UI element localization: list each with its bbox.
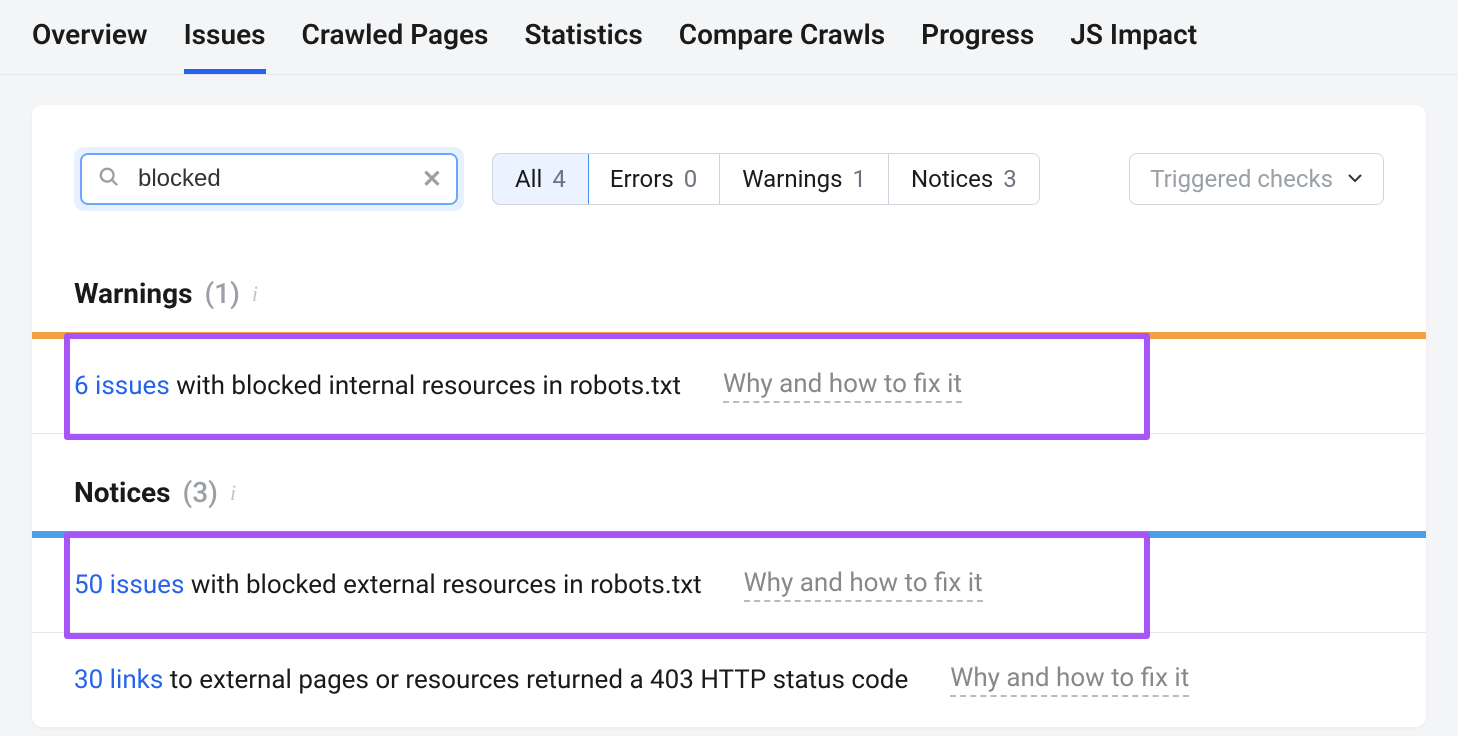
filter-notices[interactable]: Notices 3 [889,154,1039,204]
filter-errors[interactable]: Errors 0 [588,154,720,204]
warnings-title: Warnings [74,277,192,310]
issue-desc: to external pages or resources returned … [163,665,908,695]
filter-warnings-label: Warnings [742,165,842,193]
search-wrapper: ✕ [74,147,464,211]
clear-search-icon[interactable]: ✕ [422,165,442,193]
info-icon[interactable]: i [230,480,236,506]
issue-row-notice-2[interactable]: 30 links to external pages or resources … [32,633,1426,727]
filter-warnings[interactable]: Warnings 1 [720,154,889,204]
tab-progress[interactable]: Progress [921,18,1034,74]
notices-stripe [32,531,1426,538]
notices-title: Notices [74,476,171,509]
issue-desc: with blocked external resources in robot… [184,570,701,600]
fix-link[interactable]: Why and how to fix it [744,568,983,602]
triggered-checks-dropdown[interactable]: Triggered checks [1129,153,1384,205]
warnings-stripe [32,332,1426,339]
issue-row-notice-1[interactable]: 50 issues with blocked external resource… [32,538,1426,633]
tab-compare-crawls[interactable]: Compare Crawls [679,18,885,74]
warnings-header: Warnings (1) i [32,235,1426,332]
warnings-count: (1) [204,277,239,310]
tab-nav: Overview Issues Crawled Pages Statistics… [0,0,1458,75]
filter-all-label: All [515,165,542,193]
filter-errors-count: 0 [684,165,698,193]
fix-link[interactable]: Why and how to fix it [950,663,1189,697]
search-icon [98,166,120,192]
issue-count-link[interactable]: 50 issues [74,570,184,600]
tab-js-impact[interactable]: JS Impact [1070,18,1197,74]
issue-text: 50 issues with blocked external resource… [74,570,702,600]
notices-header: Notices (3) i [32,434,1426,531]
tab-issues[interactable]: Issues [184,18,266,74]
issues-card: ✕ All 4 Errors 0 Warnings 1 Notices 3 Tr… [32,105,1426,727]
filter-all[interactable]: All 4 [492,153,589,205]
toolbar: ✕ All 4 Errors 0 Warnings 1 Notices 3 Tr… [32,105,1426,235]
filter-all-count: 4 [552,165,566,193]
issue-text: 6 issues with blocked internal resources… [74,371,681,401]
chevron-down-icon [1347,171,1363,187]
filter-errors-label: Errors [610,165,674,193]
fix-link[interactable]: Why and how to fix it [723,369,962,403]
issue-count-link[interactable]: 6 issues [74,371,170,401]
filter-notices-count: 3 [1003,165,1017,193]
filter-notices-label: Notices [911,165,993,193]
tab-crawled-pages[interactable]: Crawled Pages [302,18,489,74]
search-input[interactable] [80,153,458,205]
filter-warnings-count: 1 [853,165,867,193]
issue-text: 30 links to external pages or resources … [74,665,908,695]
info-icon[interactable]: i [252,281,258,307]
tab-overview[interactable]: Overview [32,18,148,74]
issue-desc: with blocked internal resources in robot… [170,371,681,401]
triggered-label: Triggered checks [1150,165,1333,193]
issue-row-warning-1[interactable]: 6 issues with blocked internal resources… [32,339,1426,434]
filter-segmented: All 4 Errors 0 Warnings 1 Notices 3 [492,153,1040,205]
issue-count-link[interactable]: 30 links [74,665,163,695]
notices-count: (3) [183,476,218,509]
tab-statistics[interactable]: Statistics [524,18,642,74]
